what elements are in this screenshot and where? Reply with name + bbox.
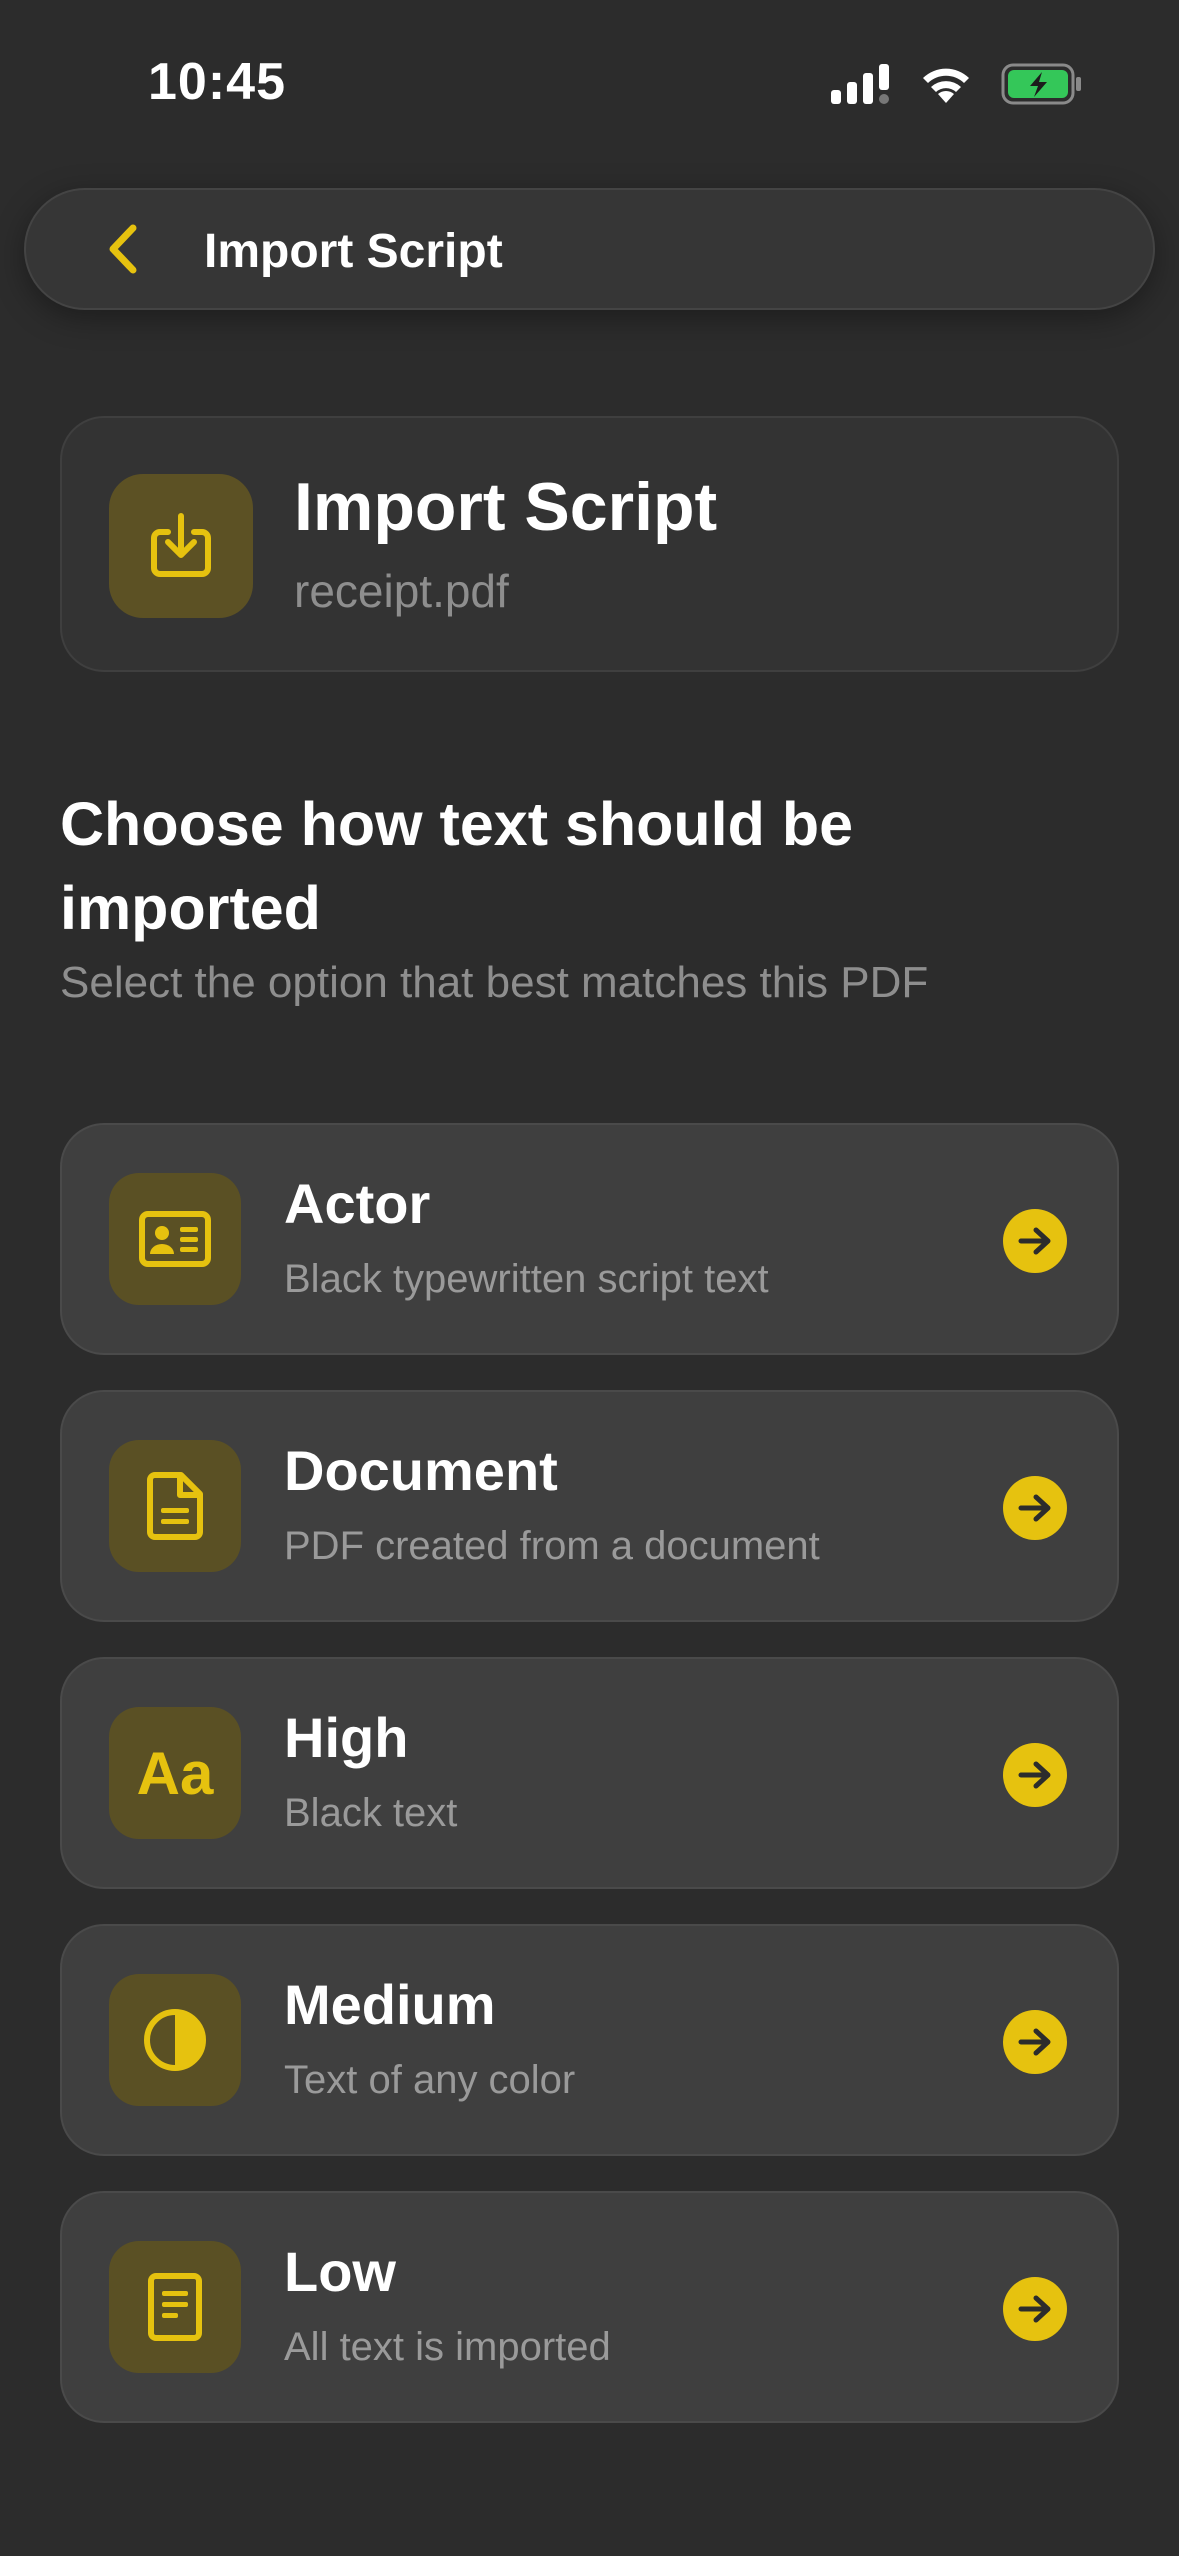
half-circle-contrast-icon bbox=[144, 2009, 206, 2071]
import-icon-tile bbox=[109, 474, 253, 618]
option-icon-tile bbox=[109, 1974, 241, 2106]
text-aa-icon: Aa bbox=[136, 1739, 214, 1807]
arrow-right-icon bbox=[1003, 1209, 1067, 1273]
option-title: Medium bbox=[284, 1973, 496, 2036]
option-document[interactable]: Document PDF created from a document bbox=[60, 1390, 1119, 1622]
download-tray-icon bbox=[151, 513, 211, 577]
document-icon bbox=[147, 1472, 203, 1540]
option-description: PDF created from a document bbox=[284, 1524, 820, 1568]
option-high[interactable]: Aa High Black text bbox=[60, 1657, 1119, 1889]
option-description: Black typewritten script text bbox=[284, 1257, 769, 1301]
option-description: All text is imported bbox=[284, 2325, 611, 2369]
wifi-icon bbox=[923, 68, 969, 103]
section-subtitle: Select the option that best matches this… bbox=[60, 958, 929, 1007]
option-description: Text of any color bbox=[284, 2058, 576, 2102]
option-icon-tile bbox=[109, 1173, 241, 1305]
nav-title: Import Script bbox=[204, 225, 503, 278]
option-icon-tile bbox=[109, 2241, 241, 2373]
option-icon-tile: Aa bbox=[109, 1707, 241, 1839]
navigation-bar: Import Script bbox=[24, 188, 1155, 310]
option-title: High bbox=[284, 1706, 409, 1769]
option-icon-tile bbox=[109, 1440, 241, 1572]
id-card-icon bbox=[139, 1211, 211, 1267]
header-filename: receipt.pdf bbox=[294, 565, 509, 617]
cellular-signal-icon bbox=[831, 64, 889, 104]
note-icon bbox=[148, 2273, 202, 2341]
option-low[interactable]: Low All text is imported bbox=[60, 2191, 1119, 2423]
status-icons bbox=[831, 62, 1083, 106]
arrow-right-icon bbox=[1003, 1476, 1067, 1540]
header-title: Import Script bbox=[294, 469, 718, 545]
option-title: Low bbox=[284, 2240, 396, 2303]
chevron-left-icon bbox=[109, 224, 137, 274]
option-title: Document bbox=[284, 1439, 558, 1502]
battery-charging-icon bbox=[1001, 63, 1081, 105]
arrow-right-icon bbox=[1003, 2010, 1067, 2074]
arrow-right-icon bbox=[1003, 1743, 1067, 1807]
status-bar: 10:45 bbox=[0, 0, 1179, 175]
option-medium[interactable]: Medium Text of any color bbox=[60, 1924, 1119, 2156]
section-title: Choose how text should be imported bbox=[60, 790, 854, 942]
arrow-right-icon bbox=[1003, 2277, 1067, 2341]
import-header-card: Import Script receipt.pdf bbox=[60, 416, 1119, 672]
back-button[interactable] bbox=[88, 214, 158, 284]
option-description: Black text bbox=[284, 1791, 458, 1835]
option-actor[interactable]: Actor Black typewritten script text bbox=[60, 1123, 1119, 1355]
option-title: Actor bbox=[284, 1172, 431, 1235]
status-time: 10:45 bbox=[148, 53, 286, 111]
